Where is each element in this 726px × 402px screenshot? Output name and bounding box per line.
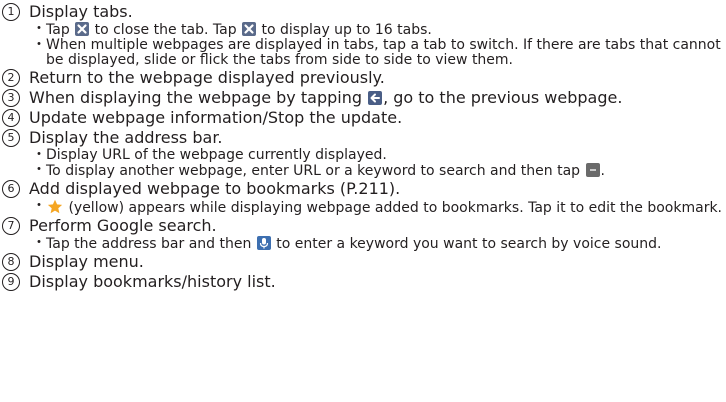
sub-text: When multiple webpages are displayed in … <box>46 37 721 68</box>
item-number: 9 <box>2 273 20 291</box>
item-number: 8 <box>2 253 20 271</box>
sub-item: ・ Tap to close the tab. Tap to display u… <box>31 22 726 38</box>
sub-list-7: ・ Tap the address bar and then to enter … <box>31 236 726 252</box>
bullet: ・ <box>32 198 46 214</box>
item-number: 5 <box>2 129 20 147</box>
item-text: Return to the webpage displayed previous… <box>29 68 385 87</box>
bullet: ・ <box>32 21 46 37</box>
manual-page: 1 Display tabs. ・ Tap to close the tab. … <box>0 0 726 402</box>
item-number: 6 <box>2 180 20 198</box>
item-number: 3 <box>2 89 20 107</box>
item-text: Display tabs. <box>29 2 133 21</box>
list-item-3: 3 When displaying the webpage by tapping… <box>0 88 726 108</box>
sub-item: ・ To display another webpage, enter URL … <box>31 163 726 179</box>
list-item-4: 4 Update webpage information/Stop the up… <box>0 108 726 128</box>
list-item-6: 6 Add displayed webpage to bookmarks (P.… <box>0 179 726 199</box>
sub-item: ・ Tap the address bar and then to enter … <box>31 236 726 252</box>
bullet: ・ <box>32 147 46 163</box>
bullet: ・ <box>32 37 46 53</box>
item-text: Display menu. <box>29 252 144 271</box>
list-item-1: 1 Display tabs. <box>0 2 726 22</box>
back-arrow-icon <box>368 91 383 105</box>
list-item-2: 2 Return to the webpage displayed previo… <box>0 68 726 88</box>
sub-list-1: ・ Tap to close the tab. Tap to display u… <box>31 22 726 68</box>
bullet: ・ <box>32 235 46 251</box>
item-text: Update webpage information/Stop the upda… <box>29 108 403 127</box>
go-icon <box>585 163 600 177</box>
close-icon <box>75 22 90 36</box>
item-text: Display bookmarks/history list. <box>29 272 276 291</box>
sub-text: To display another webpage, enter URL or… <box>46 163 605 179</box>
item-number: 2 <box>2 69 20 87</box>
bullet: ・ <box>32 162 46 178</box>
sub-text: Tap to close the tab. Tap to display up … <box>46 22 432 38</box>
sub-item: ・ Display URL of the webpage currently d… <box>31 148 726 163</box>
mic-icon <box>256 236 271 250</box>
sub-item: ・ When multiple webpages are displayed i… <box>31 38 726 68</box>
list-item-9: 9 Display bookmarks/history list. <box>0 272 726 292</box>
item-text: Display the address bar. <box>29 128 223 147</box>
sub-text: (yellow) appears while displaying webpag… <box>46 199 726 216</box>
item-text: Perform Google search. <box>29 216 217 235</box>
close-icon <box>242 22 257 36</box>
star-icon <box>47 199 63 214</box>
item-text: When displaying the webpage by tapping ,… <box>29 88 623 107</box>
list-item-7: 7 Perform Google search. <box>0 216 726 236</box>
item-text: Add displayed webpage to bookmarks (P.21… <box>29 179 401 198</box>
list-item-8: 8 Display menu. <box>0 252 726 272</box>
item-number: 7 <box>2 217 20 235</box>
sub-text: Display URL of the webpage currently dis… <box>46 147 387 163</box>
list-item-5: 5 Display the address bar. <box>0 128 726 148</box>
item-number: 1 <box>2 3 20 21</box>
sub-list-5: ・ Display URL of the webpage currently d… <box>31 148 726 179</box>
sub-text: Tap the address bar and then to enter a … <box>46 236 662 252</box>
sub-list-6: ・ (yellow) appears while displaying webp… <box>31 199 726 216</box>
sub-item: ・ (yellow) appears while displaying webp… <box>31 199 726 216</box>
item-number: 4 <box>2 109 20 127</box>
